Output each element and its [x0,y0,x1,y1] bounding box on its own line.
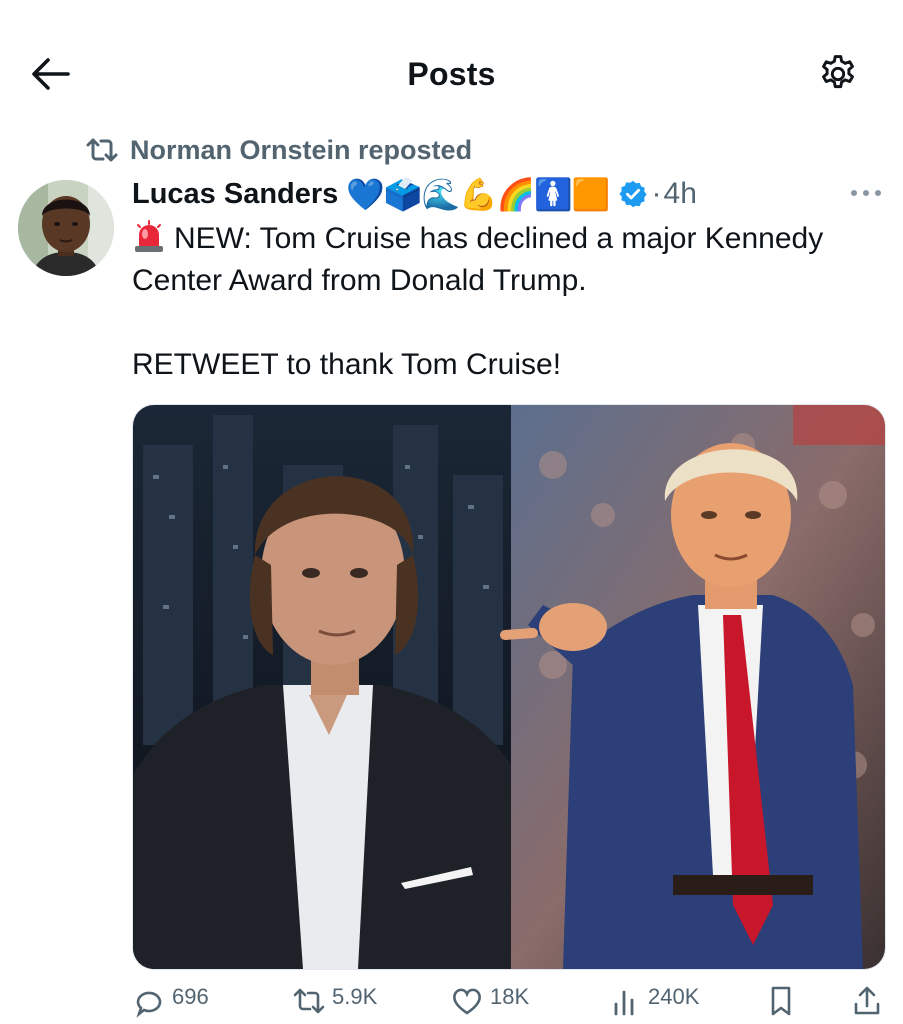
post-text-line: Center Award from Donald Trump. [132,264,587,297]
views-button[interactable]: 240K [608,984,699,1018]
bookmark-button[interactable] [764,984,804,1018]
bookmark-icon [771,986,791,1016]
like-button[interactable]: 18K [450,984,529,1018]
post-text-line: RETWEET to thank Tom Cruise! [132,348,562,381]
verified-badge-icon [618,180,647,208]
separator-dot: · [651,177,662,210]
share-button[interactable] [850,984,890,1018]
page-title: Posts [407,56,496,92]
action-bar: 696 5.9K 18K 240K [132,984,884,1024]
more-horizontal-icon [851,190,881,196]
avatar[interactable] [18,180,114,276]
views-count: 240K [648,984,700,1009]
post-header: Lucas Sanders 💙🗳️🌊💪🌈🚺🟧 · 4h [132,172,697,216]
repost-count: 5.9K [332,984,378,1009]
repost-icon [293,988,325,1014]
post-media-image[interactable] [132,404,886,970]
rotating-light-icon [132,219,166,253]
more-options-button[interactable] [844,174,888,212]
repost-button[interactable]: 5.9K [292,984,377,1018]
post-text: NEW: Tom Cruise has declined a major Ken… [174,222,824,255]
views-icon [614,990,634,1016]
reply-icon [136,991,162,1018]
reply-button[interactable]: 696 [132,984,209,1018]
like-count: 18K [490,984,530,1009]
repost-context[interactable]: Norman Ornstein reposted [86,130,472,170]
repost-icon [86,134,118,166]
gear-icon [822,55,854,89]
share-icon [854,986,880,1015]
author-name[interactable]: Lucas Sanders [132,178,338,211]
heart-icon [453,988,481,1015]
repost-label: Norman Ornstein reposted [130,134,473,165]
post-text-line: NEW: Tom Cruise has declined a major Ken… [132,218,823,260]
post-time[interactable]: 4h [664,177,697,211]
reply-count: 696 [172,984,209,1009]
author-emojis: 💙🗳️🌊💪🌈🚺🟧 [346,176,610,212]
settings-button[interactable] [810,48,866,100]
